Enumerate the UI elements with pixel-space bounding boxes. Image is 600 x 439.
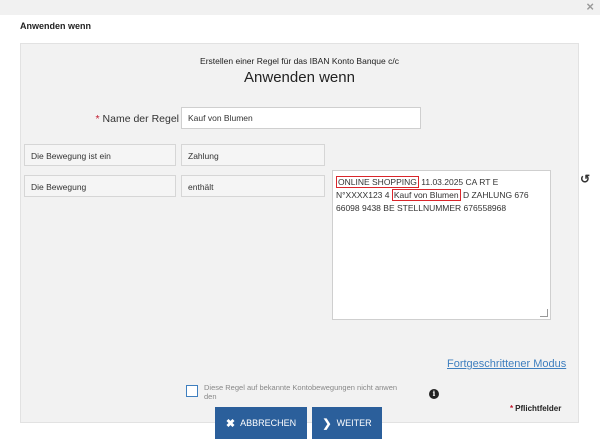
info-icon[interactable]: i — [429, 389, 439, 399]
chevron-right-icon: ❯ — [322, 417, 332, 430]
required-note-star: * — [510, 404, 514, 413]
movement-type-select[interactable]: Zahlung — [181, 144, 325, 166]
movement-label: Die Bewegung — [24, 175, 176, 197]
rule-panel: Erstellen einer Regel für das IBAN Konto… — [20, 43, 590, 423]
required-note-text: Pflichtfelder — [515, 404, 562, 413]
reset-icon[interactable]: ↺ — [580, 172, 590, 186]
rule-subtitle: Erstellen einer Regel für das IBAN Konto… — [200, 56, 399, 66]
movement-text-area[interactable]: ONLINE SHOPPING 11.03.2025 CA RT E N°XXX… — [332, 170, 551, 320]
apply-known-label: Diese Regel auf bekannte Kontobewegungen… — [204, 383, 398, 401]
rule-name-label-text: Name der Regel — [102, 113, 179, 125]
dialog-top-bar: × — [0, 0, 600, 15]
advanced-mode-link[interactable]: Fortgeschrittener Modus — [447, 358, 566, 370]
highlight-kauf-von-blumen: Kauf von Blumen — [391, 189, 461, 201]
close-icon[interactable]: × — [586, 0, 594, 14]
movement-type-label: Die Bewegung ist ein — [24, 144, 176, 166]
operator-select[interactable]: enthält — [181, 175, 325, 197]
highlight-online-shopping: ONLINE SHOPPING — [336, 176, 419, 188]
cancel-button-label: ABBRECHEN — [240, 418, 297, 428]
dialog-title: Anwenden wenn — [20, 21, 92, 31]
required-star: * — [95, 113, 100, 125]
rule-name-label: * Name der Regel — [93, 113, 179, 125]
rule-heading: Anwenden wenn — [244, 69, 355, 86]
next-button[interactable]: ❯ WEITER — [312, 407, 382, 439]
close-icon: ✖ — [225, 417, 236, 430]
next-button-label: WEITER — [336, 418, 372, 428]
apply-known-checkbox[interactable] — [186, 385, 198, 397]
rule-name-input[interactable] — [181, 107, 421, 129]
required-note: * Pflichtfelder — [510, 404, 561, 413]
cancel-button[interactable]: ✖ ABBRECHEN — [215, 407, 307, 439]
resize-grip-icon[interactable] — [540, 309, 548, 317]
